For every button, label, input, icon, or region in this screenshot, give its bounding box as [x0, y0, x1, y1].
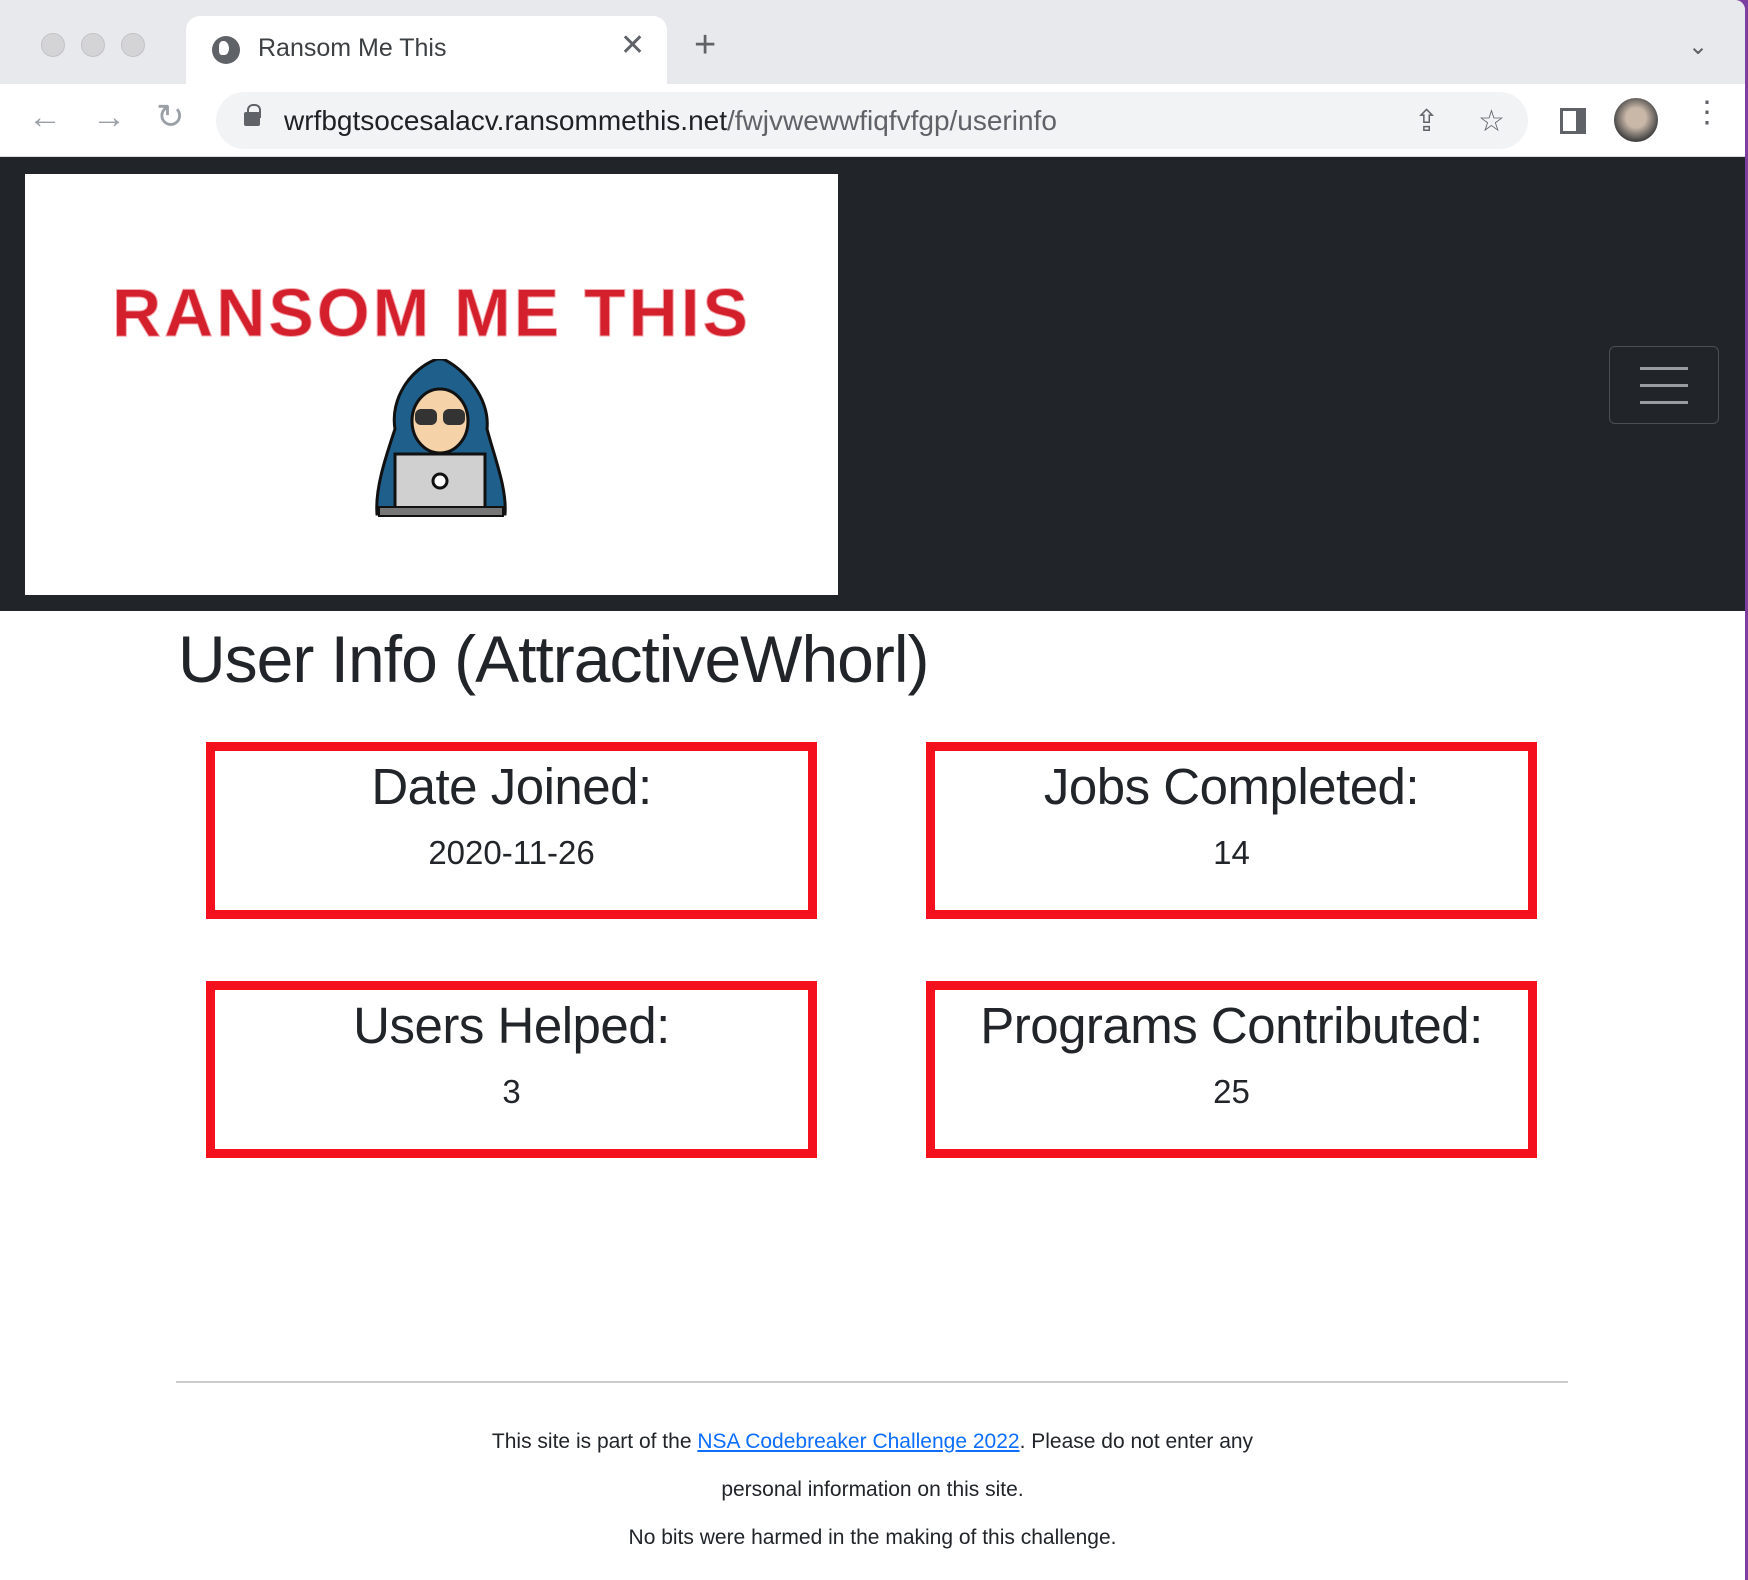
close-window-button[interactable]: [41, 33, 65, 57]
browser-window: Ransom Me This ✕ + ⌄ ← → ↻ wrfbgtsocesal…: [0, 0, 1745, 1580]
site-navbar: RANSOM ME THIS: [0, 157, 1745, 611]
maximize-window-button[interactable]: [121, 33, 145, 57]
hamburger-line: [1640, 384, 1688, 387]
star-icon[interactable]: ☆: [1478, 104, 1505, 139]
footer-line-3: No bits were harmed in the making of thi…: [628, 1526, 1117, 1549]
chevron-down-icon[interactable]: ⌄: [1688, 32, 1708, 61]
tab-title: Ransom Me This: [258, 34, 447, 62]
stat-card-programs-contributed: Programs Contributed: 25: [926, 981, 1537, 1158]
page-title: User Info (AttractiveWhorl): [178, 622, 929, 696]
url-host: wrfbgtsocesalacv.ransommethis.net: [284, 105, 727, 136]
stat-card-jobs-completed: Jobs Completed: 14: [926, 742, 1537, 919]
stat-card-date-joined: Date Joined: 2020-11-26: [206, 742, 817, 919]
url-text[interactable]: wrfbgtsocesalacv.ransommethis.net/fwjvwe…: [284, 105, 1057, 137]
browser-tab[interactable]: Ransom Me This ✕: [186, 16, 667, 84]
profile-avatar[interactable]: [1614, 98, 1658, 142]
stat-value: 25: [1213, 1073, 1250, 1110]
logo-text: RANSOM ME THIS: [112, 275, 751, 352]
url-path: /fwjvwewwfiqfvfgp/userinfo: [727, 105, 1057, 136]
back-icon[interactable]: ←: [28, 100, 62, 134]
footer-line-1: This site is part of the NSA Codebreaker…: [0, 1430, 1745, 1454]
stat-label: Users Helped:: [353, 997, 670, 1054]
more-menu-icon[interactable]: ⋮: [1692, 98, 1722, 128]
side-panel-icon[interactable]: [1560, 108, 1586, 134]
reload-icon[interactable]: ↻: [156, 100, 185, 134]
share-icon[interactable]: ⇪: [1414, 104, 1439, 139]
hamburger-line: [1640, 401, 1688, 404]
stat-label: Date Joined:: [371, 758, 652, 815]
site-logo[interactable]: RANSOM ME THIS: [25, 174, 838, 595]
stat-value: 3: [502, 1073, 521, 1110]
forward-icon[interactable]: →: [92, 100, 126, 134]
footer-line-2: personal information on this site.: [721, 1478, 1024, 1501]
stat-label: Jobs Completed:: [1043, 758, 1420, 815]
codebreaker-link[interactable]: NSA Codebreaker Challenge 2022: [697, 1430, 1019, 1453]
address-bar[interactable]: wrfbgtsocesalacv.ransommethis.net/fwjvwe…: [216, 92, 1528, 149]
close-tab-icon[interactable]: ✕: [620, 28, 645, 63]
minimize-window-button[interactable]: [81, 33, 105, 57]
tab-bar: Ransom Me This ✕ + ⌄: [0, 0, 1745, 84]
footer-divider: [176, 1381, 1568, 1383]
new-tab-icon[interactable]: +: [694, 26, 716, 64]
hamburger-line: [1640, 367, 1688, 370]
footer-text: . Please do not enter any: [1019, 1430, 1254, 1453]
browser-toolbar: ← → ↻ wrfbgtsocesalacv.ransommethis.net/…: [0, 84, 1745, 157]
stat-value: 14: [1213, 834, 1250, 871]
footer-text: This site is part of the: [491, 1430, 698, 1453]
stat-card-users-helped: Users Helped: 3: [206, 981, 817, 1158]
stat-value: 2020-11-26: [428, 834, 595, 871]
lock-icon: [244, 104, 261, 126]
globe-icon: [212, 36, 240, 64]
navbar-toggler-button[interactable]: [1609, 346, 1719, 424]
hacker-icon: [375, 359, 507, 517]
stat-label: Programs Contributed:: [980, 997, 1483, 1054]
